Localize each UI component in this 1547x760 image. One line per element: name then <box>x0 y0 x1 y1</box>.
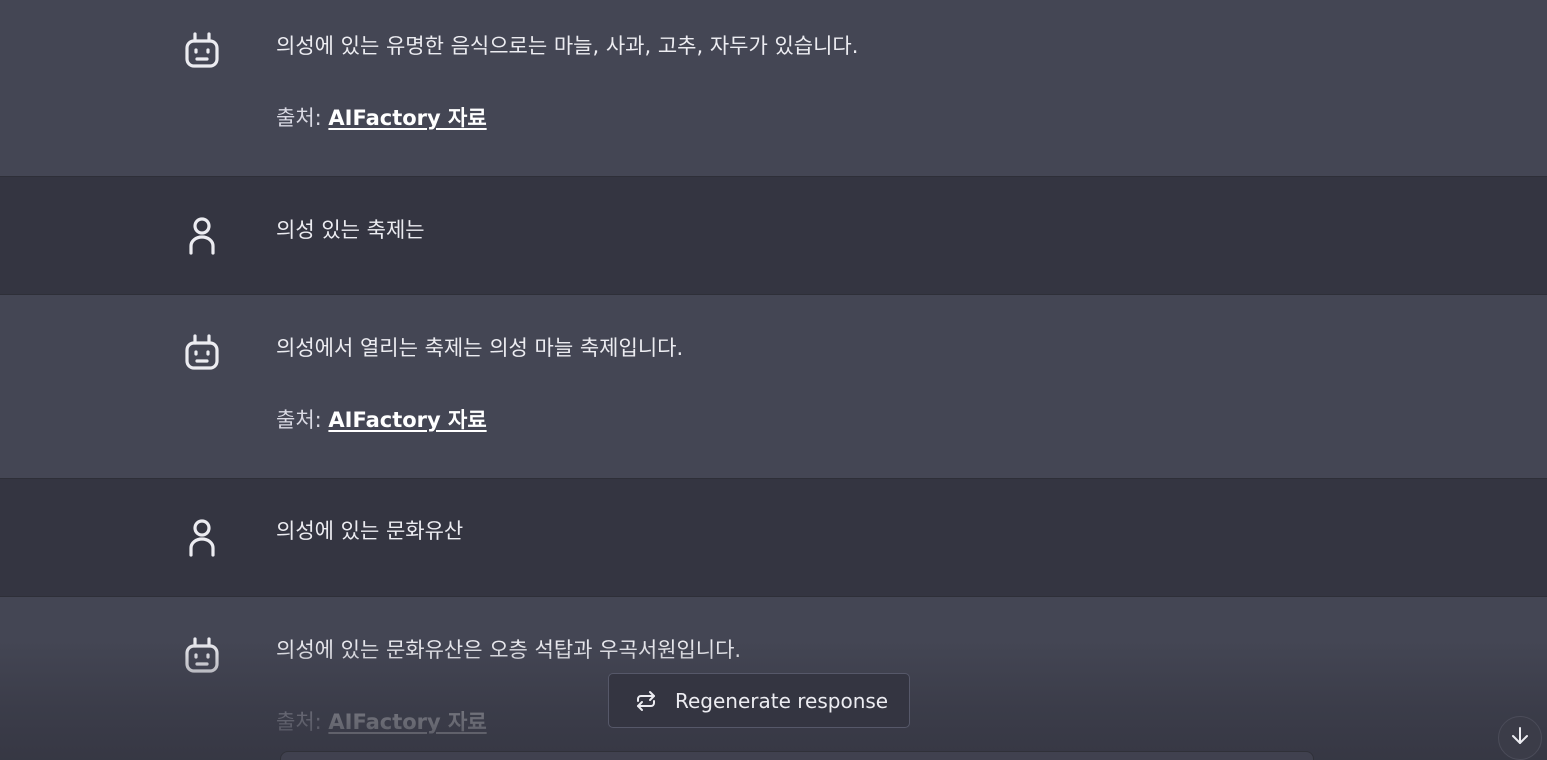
bot-message: 의성에서 열리는 축제는 의성 마늘 축제입니다. 출처: AIFactory … <box>0 295 1547 479</box>
message-source: 출처: AIFactory 자료 <box>276 405 487 435</box>
bot-message: 의성에 있는 유명한 음식으로는 마늘, 사과, 고추, 자두가 있습니다. 출… <box>0 0 1547 177</box>
bot-icon <box>183 635 221 675</box>
message-text: 의성에 있는 문화유산은 오층 석탑과 우곡서원입니다. <box>276 638 742 662</box>
source-link[interactable]: AIFactory 자료 <box>328 408 486 432</box>
chat-input-box[interactable] <box>280 751 1314 760</box>
user-icon <box>183 215 221 255</box>
bot-icon <box>183 332 221 372</box>
user-icon <box>183 517 221 557</box>
source-prefix: 출처: <box>276 710 329 734</box>
arrow-down-icon <box>1510 726 1530 750</box>
message-source: 출처: AIFactory 자료 <box>276 103 487 133</box>
refresh-icon <box>635 690 657 712</box>
message-text: 의성에 있는 문화유산 <box>276 519 464 543</box>
source-link[interactable]: AIFactory 자료 <box>328 710 486 734</box>
source-prefix: 출처: <box>276 408 329 432</box>
message-text: 의성에 있는 유명한 음식으로는 마늘, 사과, 고추, 자두가 있습니다. <box>276 34 859 58</box>
bot-icon <box>183 30 221 70</box>
source-prefix: 출처: <box>276 106 329 130</box>
source-link[interactable]: AIFactory 자료 <box>328 106 486 130</box>
regenerate-label: Regenerate response <box>675 688 889 713</box>
chat-thread: 의성에 있는 유명한 음식으로는 마늘, 사과, 고추, 자두가 있습니다. 출… <box>0 0 1547 760</box>
message-text: 의성에서 열리는 축제는 의성 마늘 축제입니다. <box>276 336 684 360</box>
regenerate-response-button[interactable]: Regenerate response <box>608 673 910 728</box>
message-text: 의성 있는 축제는 <box>276 218 425 242</box>
message-source: 출처: AIFactory 자료 <box>276 707 487 737</box>
user-message: 의성 있는 축제는 <box>0 177 1547 295</box>
scroll-to-bottom-button[interactable] <box>1498 716 1542 760</box>
user-message: 의성에 있는 문화유산 <box>0 479 1547 597</box>
